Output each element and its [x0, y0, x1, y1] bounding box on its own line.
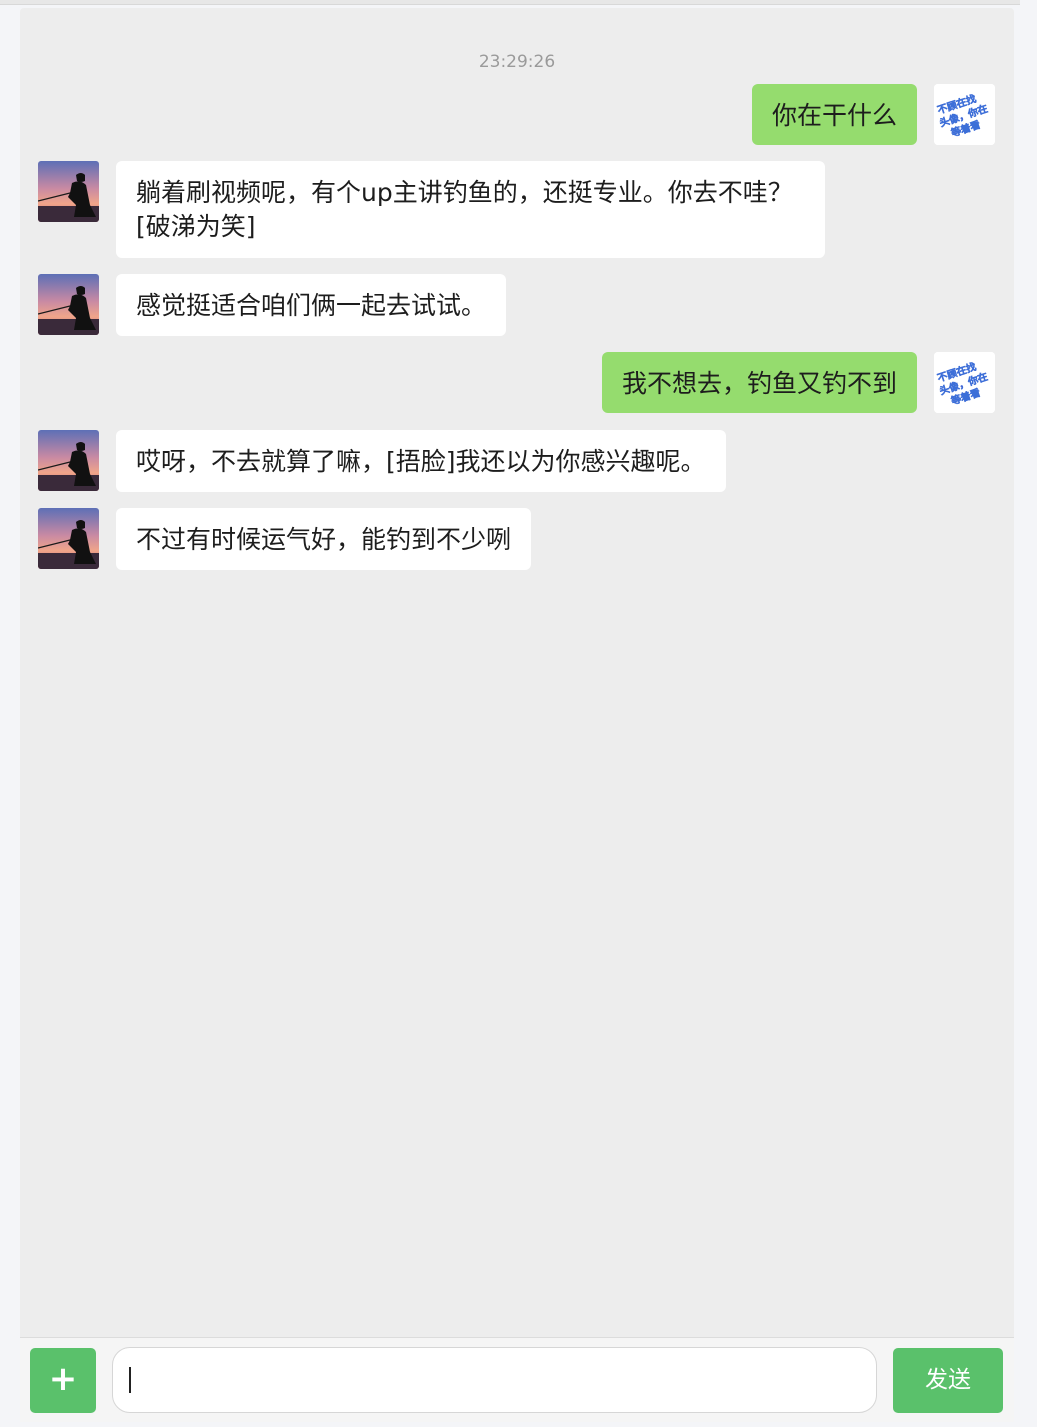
- contact-avatar[interactable]: [38, 274, 99, 335]
- self-avatar[interactable]: 不顾在找 头像，你在 等着看: [934, 352, 995, 413]
- contact-message-bubble[interactable]: 躺着刷视频呢，有个up主讲钓鱼的，还挺专业。你去不哇？[破涕为笑]: [116, 161, 825, 258]
- contact-message-bubble[interactable]: 哎呀，不去就算了嘛，[捂脸]我还以为你感兴趣呢。: [116, 430, 726, 492]
- add-attachment-button[interactable]: +: [30, 1348, 96, 1413]
- fisherman-sunset-avatar-icon: [38, 508, 99, 569]
- contact-avatar[interactable]: [38, 508, 99, 569]
- chat-window: 23:29:26 你在干什么 不顾在找 头像，你在 等着看 躺着刷视频呢，有个u…: [20, 8, 1014, 1422]
- message-row-contact: 哎呀，不去就算了嘛，[捂脸]我还以为你感兴趣呢。: [20, 430, 1014, 492]
- message-row-self: 我不想去，钓鱼又钓不到 不顾在找 头像，你在 等着看: [20, 352, 1014, 414]
- sticker-avatar-icon: 不顾在找 头像，你在 等着看: [934, 84, 995, 145]
- fisherman-sunset-avatar-icon: [38, 161, 99, 222]
- sticker-avatar-icon: 不顾在找 头像，你在 等着看: [934, 352, 995, 413]
- self-message-bubble[interactable]: 我不想去，钓鱼又钓不到: [601, 352, 917, 413]
- fisherman-sunset-avatar-icon: [38, 430, 99, 491]
- message-timestamp: 23:29:26: [478, 52, 556, 72]
- contact-avatar[interactable]: [38, 161, 99, 222]
- message-input[interactable]: [112, 1347, 877, 1413]
- window-top-border: [0, 0, 1037, 5]
- message-row-contact: 感觉挺适合咱们俩一起去试试。: [20, 274, 1014, 336]
- self-avatar[interactable]: 不顾在找 头像，你在 等着看: [934, 84, 995, 145]
- page-right-margin: [1020, 0, 1037, 1427]
- fisherman-sunset-avatar-icon: [38, 274, 99, 335]
- message-input-bar: + 发送: [20, 1337, 1014, 1422]
- message-row-self: 你在干什么 不顾在找 头像，你在 等着看: [20, 84, 1014, 146]
- contact-avatar[interactable]: [38, 430, 99, 491]
- self-message-bubble[interactable]: 你在干什么: [751, 84, 917, 145]
- text-caret: [129, 1367, 131, 1393]
- message-row-contact: 躺着刷视频呢，有个up主讲钓鱼的，还挺专业。你去不哇？[破涕为笑]: [20, 161, 1014, 258]
- contact-message-bubble[interactable]: 感觉挺适合咱们俩一起去试试。: [116, 274, 507, 336]
- contact-message-bubble[interactable]: 不过有时候运气好，能钓到不少咧: [116, 508, 532, 570]
- message-row-contact: 不过有时候运气好，能钓到不少咧: [20, 508, 1014, 570]
- send-button[interactable]: 发送: [893, 1348, 1003, 1413]
